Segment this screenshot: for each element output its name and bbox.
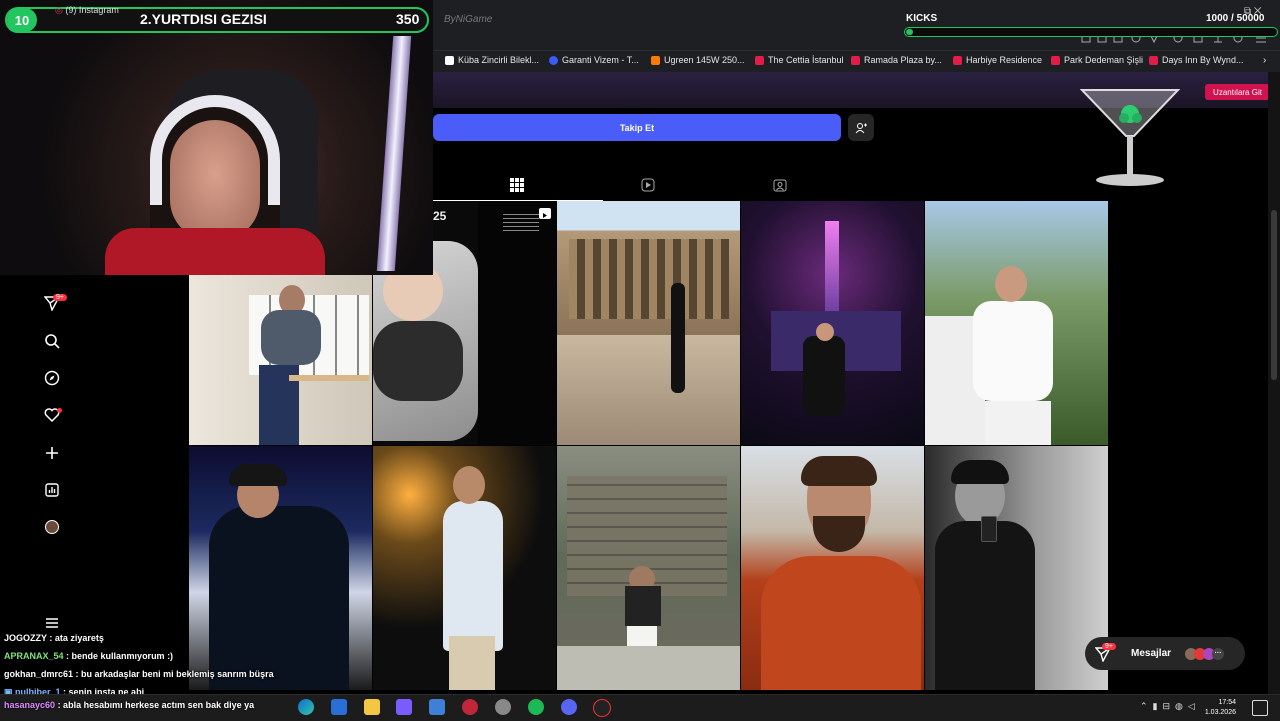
app-icon[interactable]: [396, 699, 412, 715]
add-user-icon: [855, 122, 867, 133]
tab-reels[interactable]: [639, 176, 657, 194]
tab-title-label: (9) Instagram: [65, 5, 119, 15]
sidebar-item-create[interactable]: [42, 443, 62, 463]
messages-button[interactable]: Mesajlar ···: [1085, 637, 1245, 670]
chat-username: hasanayc60: [4, 700, 56, 710]
webcam-streamer-shirt: [105, 228, 325, 275]
sidebar-item-profile[interactable]: [42, 517, 62, 537]
chat-message: APRANAX_54 : bende kullanmıyorum :): [4, 651, 173, 661]
system-tray-icons[interactable]: ⌃▮⊟◍◁: [1140, 701, 1200, 712]
sidebar-item-dashboard[interactable]: [42, 480, 62, 500]
browser-tab-title[interactable]: ◎ (9) Instagram: [55, 5, 119, 16]
bookmark-label: Harbiye Residence: [966, 55, 1043, 65]
watermark-logo: ByNiGame: [444, 14, 493, 25]
bookmark-item[interactable]: Park Dedeman Şişli: [1051, 55, 1143, 65]
chat-text: : abla hesabımı herkese actım sen bak di…: [57, 700, 255, 710]
edge-icon[interactable]: [298, 699, 314, 715]
compass-icon: [44, 370, 60, 386]
bookmark-item[interactable]: Days Inn By Wynd...: [1149, 55, 1243, 65]
stream-chat: JOGOZZY : ata ziyaretş APRANAX_54 : bend…: [0, 630, 433, 697]
bookmarks-more-chevron-icon[interactable]: ›: [1263, 55, 1266, 66]
scrollbar-thumb[interactable]: [1271, 210, 1277, 380]
app-icon[interactable]: [495, 699, 511, 715]
post-thumbnail[interactable]: [557, 446, 740, 690]
chat-message: gokhan_dmrc61 : bu arkadaşlar beni mi be…: [4, 669, 274, 679]
post-thumbnail[interactable]: [741, 446, 924, 690]
obs-icon[interactable]: [593, 699, 611, 717]
windows-taskbar: hasanayc60 : abla hesabımı herkese actım…: [0, 694, 1280, 721]
kicks-count: 1000 / 50000: [1206, 13, 1265, 24]
kicks-progress-fill: [906, 29, 913, 35]
bookmark-item[interactable]: Ugreen 145W 250...: [651, 55, 745, 65]
sidebar-item-search[interactable]: [42, 331, 62, 351]
bookmarks-bar: Küba Zincirli Bilekl... Garanti Vizem - …: [433, 50, 1280, 73]
spotify-icon[interactable]: [528, 699, 544, 715]
chat-message: JOGOZZY : ata ziyaretş: [4, 633, 104, 643]
post-thumbnail[interactable]: [925, 201, 1108, 445]
chat-username: APRANAX_54: [4, 651, 64, 661]
post-thumbnail[interactable]: [189, 275, 372, 445]
extensions-button[interactable]: Uzantılara Git: [1205, 84, 1270, 100]
reel-icon: [539, 208, 551, 219]
avatar: [45, 520, 59, 534]
search-icon: [45, 334, 60, 349]
kicks-progress-track: [904, 27, 1278, 37]
post-overlay-text: 25: [433, 209, 447, 223]
bookmark-item[interactable]: Ramada Plaza by...: [851, 55, 942, 65]
bookmark-label: Küba Zincirli Bilekl...: [458, 55, 540, 65]
dashboard-icon: [45, 483, 59, 497]
chat-username: JOGOZZY: [4, 633, 47, 643]
messages-badge: 9+: [1102, 643, 1116, 650]
sidebar-item-explore[interactable]: [42, 368, 62, 388]
menu-icon: [46, 618, 58, 628]
bookmark-item[interactable]: Garanti Vizem - T...: [549, 55, 639, 65]
store-icon[interactable]: [331, 699, 347, 715]
chat-username: gokhan_dmrc61: [4, 669, 74, 679]
bookmark-label: The Cettia İstanbul: [768, 55, 844, 65]
notification-center-icon[interactable]: [1252, 700, 1268, 716]
tagged-icon: [773, 179, 787, 192]
plus-icon: [46, 447, 58, 459]
clock[interactable]: 17:54 1.03.2026: [1205, 698, 1236, 718]
goal-title: 2.YURTDISI GEZISI: [140, 11, 267, 27]
clock-date: 1.03.2026: [1204, 709, 1236, 716]
goal-level-badge: 10: [7, 8, 37, 32]
post-small-text-block: [503, 211, 539, 241]
chat-text: : bu arkadaşlar beni mi beklemiş sanrım …: [75, 669, 274, 679]
bookmark-item[interactable]: Harbiye Residence: [953, 55, 1042, 65]
chat-text: : bende kullanmıyorum :): [66, 651, 174, 661]
grid-icon: [510, 178, 524, 192]
chat-text: : ata ziyaretş: [49, 633, 104, 643]
bookmark-label: Garanti Vizem - T...: [562, 55, 639, 65]
post-thumbnail[interactable]: [741, 201, 924, 445]
discord-icon[interactable]: [561, 699, 577, 715]
bookmark-item[interactable]: The Cettia İstanbul: [755, 55, 844, 65]
bookmark-label: Ugreen 145W 250...: [664, 55, 745, 65]
post-thumbnail[interactable]: [925, 446, 1108, 690]
messages-avatars: ···: [1185, 647, 1225, 660]
kicks-label: KICKS: [906, 13, 938, 24]
tab-posts[interactable]: [508, 176, 526, 194]
clock-time: 17:54: [1218, 699, 1236, 706]
opera-icon[interactable]: [462, 699, 478, 715]
chat-message: hasanayc60 : abla hesabımı herkese actım…: [4, 700, 254, 710]
goal-count: 350: [396, 11, 420, 27]
page-scrollbar[interactable]: [1268, 72, 1280, 694]
post-thumbnail[interactable]: [557, 201, 740, 445]
notification-dot: [57, 408, 62, 413]
bookmark-label: Ramada Plaza by...: [864, 55, 942, 65]
instagram-icon: ◎: [55, 5, 66, 15]
bookmark-label: Park Dedeman Şişli: [1064, 55, 1144, 65]
messages-label: Mesajlar: [1131, 648, 1172, 659]
notification-badge: 9+: [53, 294, 67, 301]
martini-glass-icon: [1080, 89, 1180, 186]
file-explorer-icon[interactable]: [364, 699, 380, 715]
suggested-users-button[interactable]: [848, 114, 874, 141]
tab-tagged[interactable]: [771, 176, 789, 194]
bookmark-item[interactable]: Küba Zincirli Bilekl...: [445, 55, 539, 65]
bookmark-label: Days Inn By Wynd...: [1162, 55, 1244, 65]
reels-icon: [641, 178, 655, 192]
follow-button[interactable]: Takip Et: [433, 114, 841, 141]
settings-icon[interactable]: [429, 699, 445, 715]
